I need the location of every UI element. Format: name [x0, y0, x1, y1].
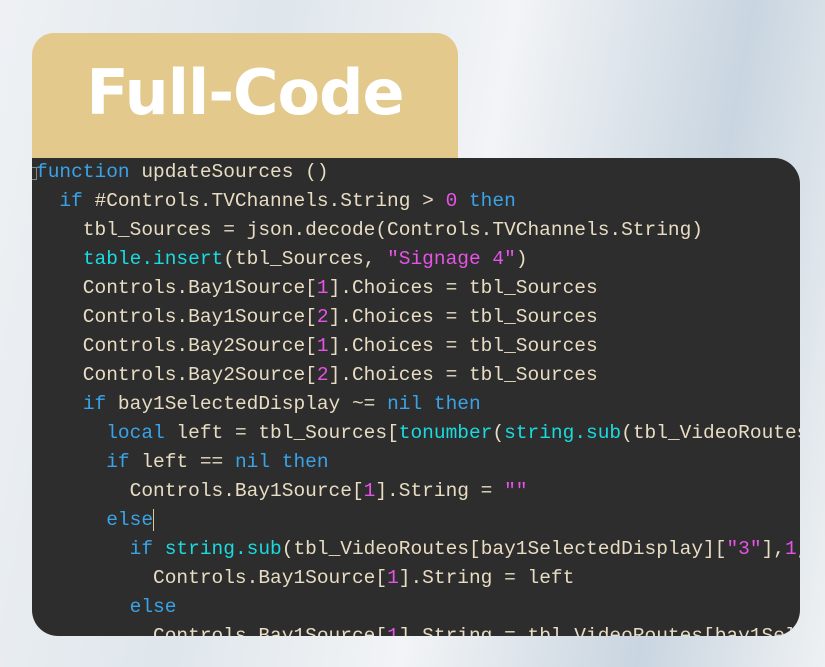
- code-token: 1: [363, 480, 376, 502]
- code-token: else: [106, 509, 154, 531]
- code-token: ].String = tbl_VideoRoutes[bay1Sel: [398, 625, 797, 636]
- code-token: if: [59, 190, 83, 212]
- code-line: Controls.Bay1Source[1].String = left: [36, 564, 800, 593]
- banner-title: Full-Code: [86, 56, 404, 129]
- code-token: string.sub: [504, 422, 622, 444]
- code-token: if: [129, 538, 154, 560]
- code-token: nil: [234, 451, 271, 473]
- code-token: ].Choices = tbl_Sources: [328, 306, 598, 328]
- code-line: if bay1SelectedDisplay ~= nil then: [36, 390, 800, 419]
- code-token: else: [129, 596, 177, 618]
- code-token: #Controls.TVChannels.String >: [82, 190, 446, 212]
- code-token: string.sub: [164, 538, 282, 560]
- code-token: table.insert: [82, 248, 224, 270]
- code-line: Controls.Bay2Source[1].Choices = tbl_Sou…: [36, 332, 800, 361]
- code-token: 0: [445, 190, 458, 212]
- code-token: then: [468, 190, 516, 212]
- code-token: ].String =: [375, 480, 505, 502]
- code-line: if #Controls.TVChannels.String > 0 then: [36, 187, 800, 216]
- title-banner: Full-Code: [32, 33, 458, 168]
- code-line: Controls.Bay1Source[1].String = tbl_Vide…: [36, 622, 800, 636]
- code-line: if string.sub(tbl_VideoRoutes[bay1Select…: [36, 535, 800, 564]
- code-token: ,: [797, 538, 800, 560]
- code-token: ].Choices = tbl_Sources: [328, 364, 598, 386]
- code-token: (tbl_Sources,: [223, 248, 388, 270]
- code-line: else: [36, 506, 800, 535]
- code-token: 1: [316, 277, 329, 299]
- code-token: then: [281, 451, 329, 473]
- code-token: then: [433, 393, 481, 415]
- code-line: if left == nil then: [36, 448, 800, 477]
- code-token: Controls.Bay1Source[: [36, 567, 388, 589]
- code-token: tbl_Sources = json.decode(Controls.TVCha…: [36, 219, 704, 241]
- code-token: if: [82, 393, 107, 415]
- code-token: 2: [316, 364, 329, 386]
- code-token: 1: [387, 625, 399, 636]
- code-token: 2: [316, 306, 329, 328]
- code-token: ].Choices = tbl_Sources: [328, 277, 598, 299]
- code-token: updateSources (): [129, 161, 329, 183]
- code-token: Controls.Bay1Source[: [36, 480, 364, 502]
- code-lines: function updateSources () if #Controls.T…: [36, 158, 800, 636]
- code-line: Controls.Bay1Source[1].Choices = tbl_Sou…: [36, 274, 800, 303]
- code-line: Controls.Bay2Source[2].Choices = tbl_Sou…: [36, 361, 800, 390]
- code-token: left ==: [129, 451, 235, 473]
- code-token: 1: [316, 335, 329, 357]
- code-editor[interactable]: function updateSources () if #Controls.T…: [32, 158, 800, 636]
- code-token: left = tbl_Sources[: [164, 422, 399, 444]
- code-token: "Signage 4": [387, 248, 516, 270]
- code-token: ].Choices = tbl_Sources: [328, 335, 598, 357]
- code-line: table.insert(tbl_Sources, "Signage 4"): [36, 245, 800, 274]
- code-token: ],: [761, 538, 785, 560]
- code-line: function updateSources (): [36, 158, 800, 187]
- code-line: Controls.Bay1Source[1].String = "": [36, 477, 800, 506]
- code-token: 1: [387, 567, 399, 589]
- code-token: Controls.Bay2Source[: [36, 364, 317, 386]
- code-token: ].String = left: [398, 567, 575, 589]
- code-line: local left = tbl_Sources[tonumber(string…: [36, 419, 800, 448]
- code-token: bay1SelectedDisplay ~=: [106, 393, 388, 415]
- code-token: tonumber: [398, 422, 493, 444]
- code-token: Controls.Bay1Source[: [36, 625, 388, 636]
- code-token: function: [36, 161, 130, 183]
- code-token: nil: [387, 393, 423, 415]
- code-token: local: [106, 422, 165, 444]
- code-token: (tbl_VideoRoutes[bay1SelectedDisplay][: [281, 538, 727, 560]
- code-token: ): [515, 248, 528, 270]
- code-token: "": [504, 480, 528, 502]
- code-line: tbl_Sources = json.decode(Controls.TVCha…: [36, 216, 800, 245]
- code-token: if: [106, 451, 130, 473]
- code-token: "3": [726, 538, 762, 560]
- code-token: 1: [784, 538, 797, 560]
- code-token: (tbl_VideoRoutes[: [621, 422, 800, 444]
- code-line: Controls.Bay1Source[2].Choices = tbl_Sou…: [36, 303, 800, 332]
- code-line: else: [36, 593, 800, 622]
- code-token: Controls.Bay2Source[: [36, 335, 317, 357]
- code-token: (: [492, 422, 505, 444]
- code-token: Controls.Bay1Source[: [36, 277, 317, 299]
- code-token: Controls.Bay1Source[: [36, 306, 317, 328]
- text-cursor: [153, 508, 155, 531]
